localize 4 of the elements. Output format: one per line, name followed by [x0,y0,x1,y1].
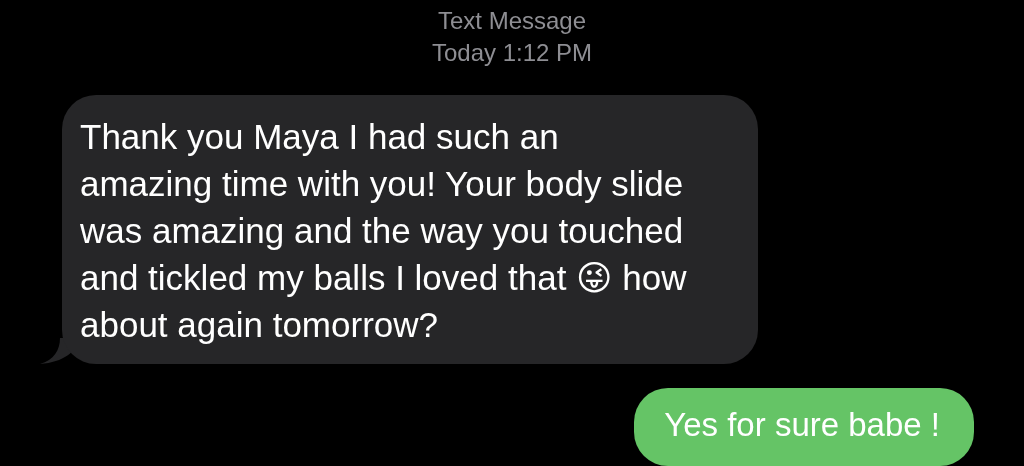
service-label: Text Message [437,6,587,36]
message-timestamp: Today 1:12 PM [431,38,593,68]
received-message-bubble: Thank you Maya I had such an amazing time with you! Your body slide was amazing and the way you touched and tickled my balls I loved that 😜 how about again tomorrow? [62,95,758,364]
sent-message-bubble: Yes for sure babe ! [634,388,974,466]
